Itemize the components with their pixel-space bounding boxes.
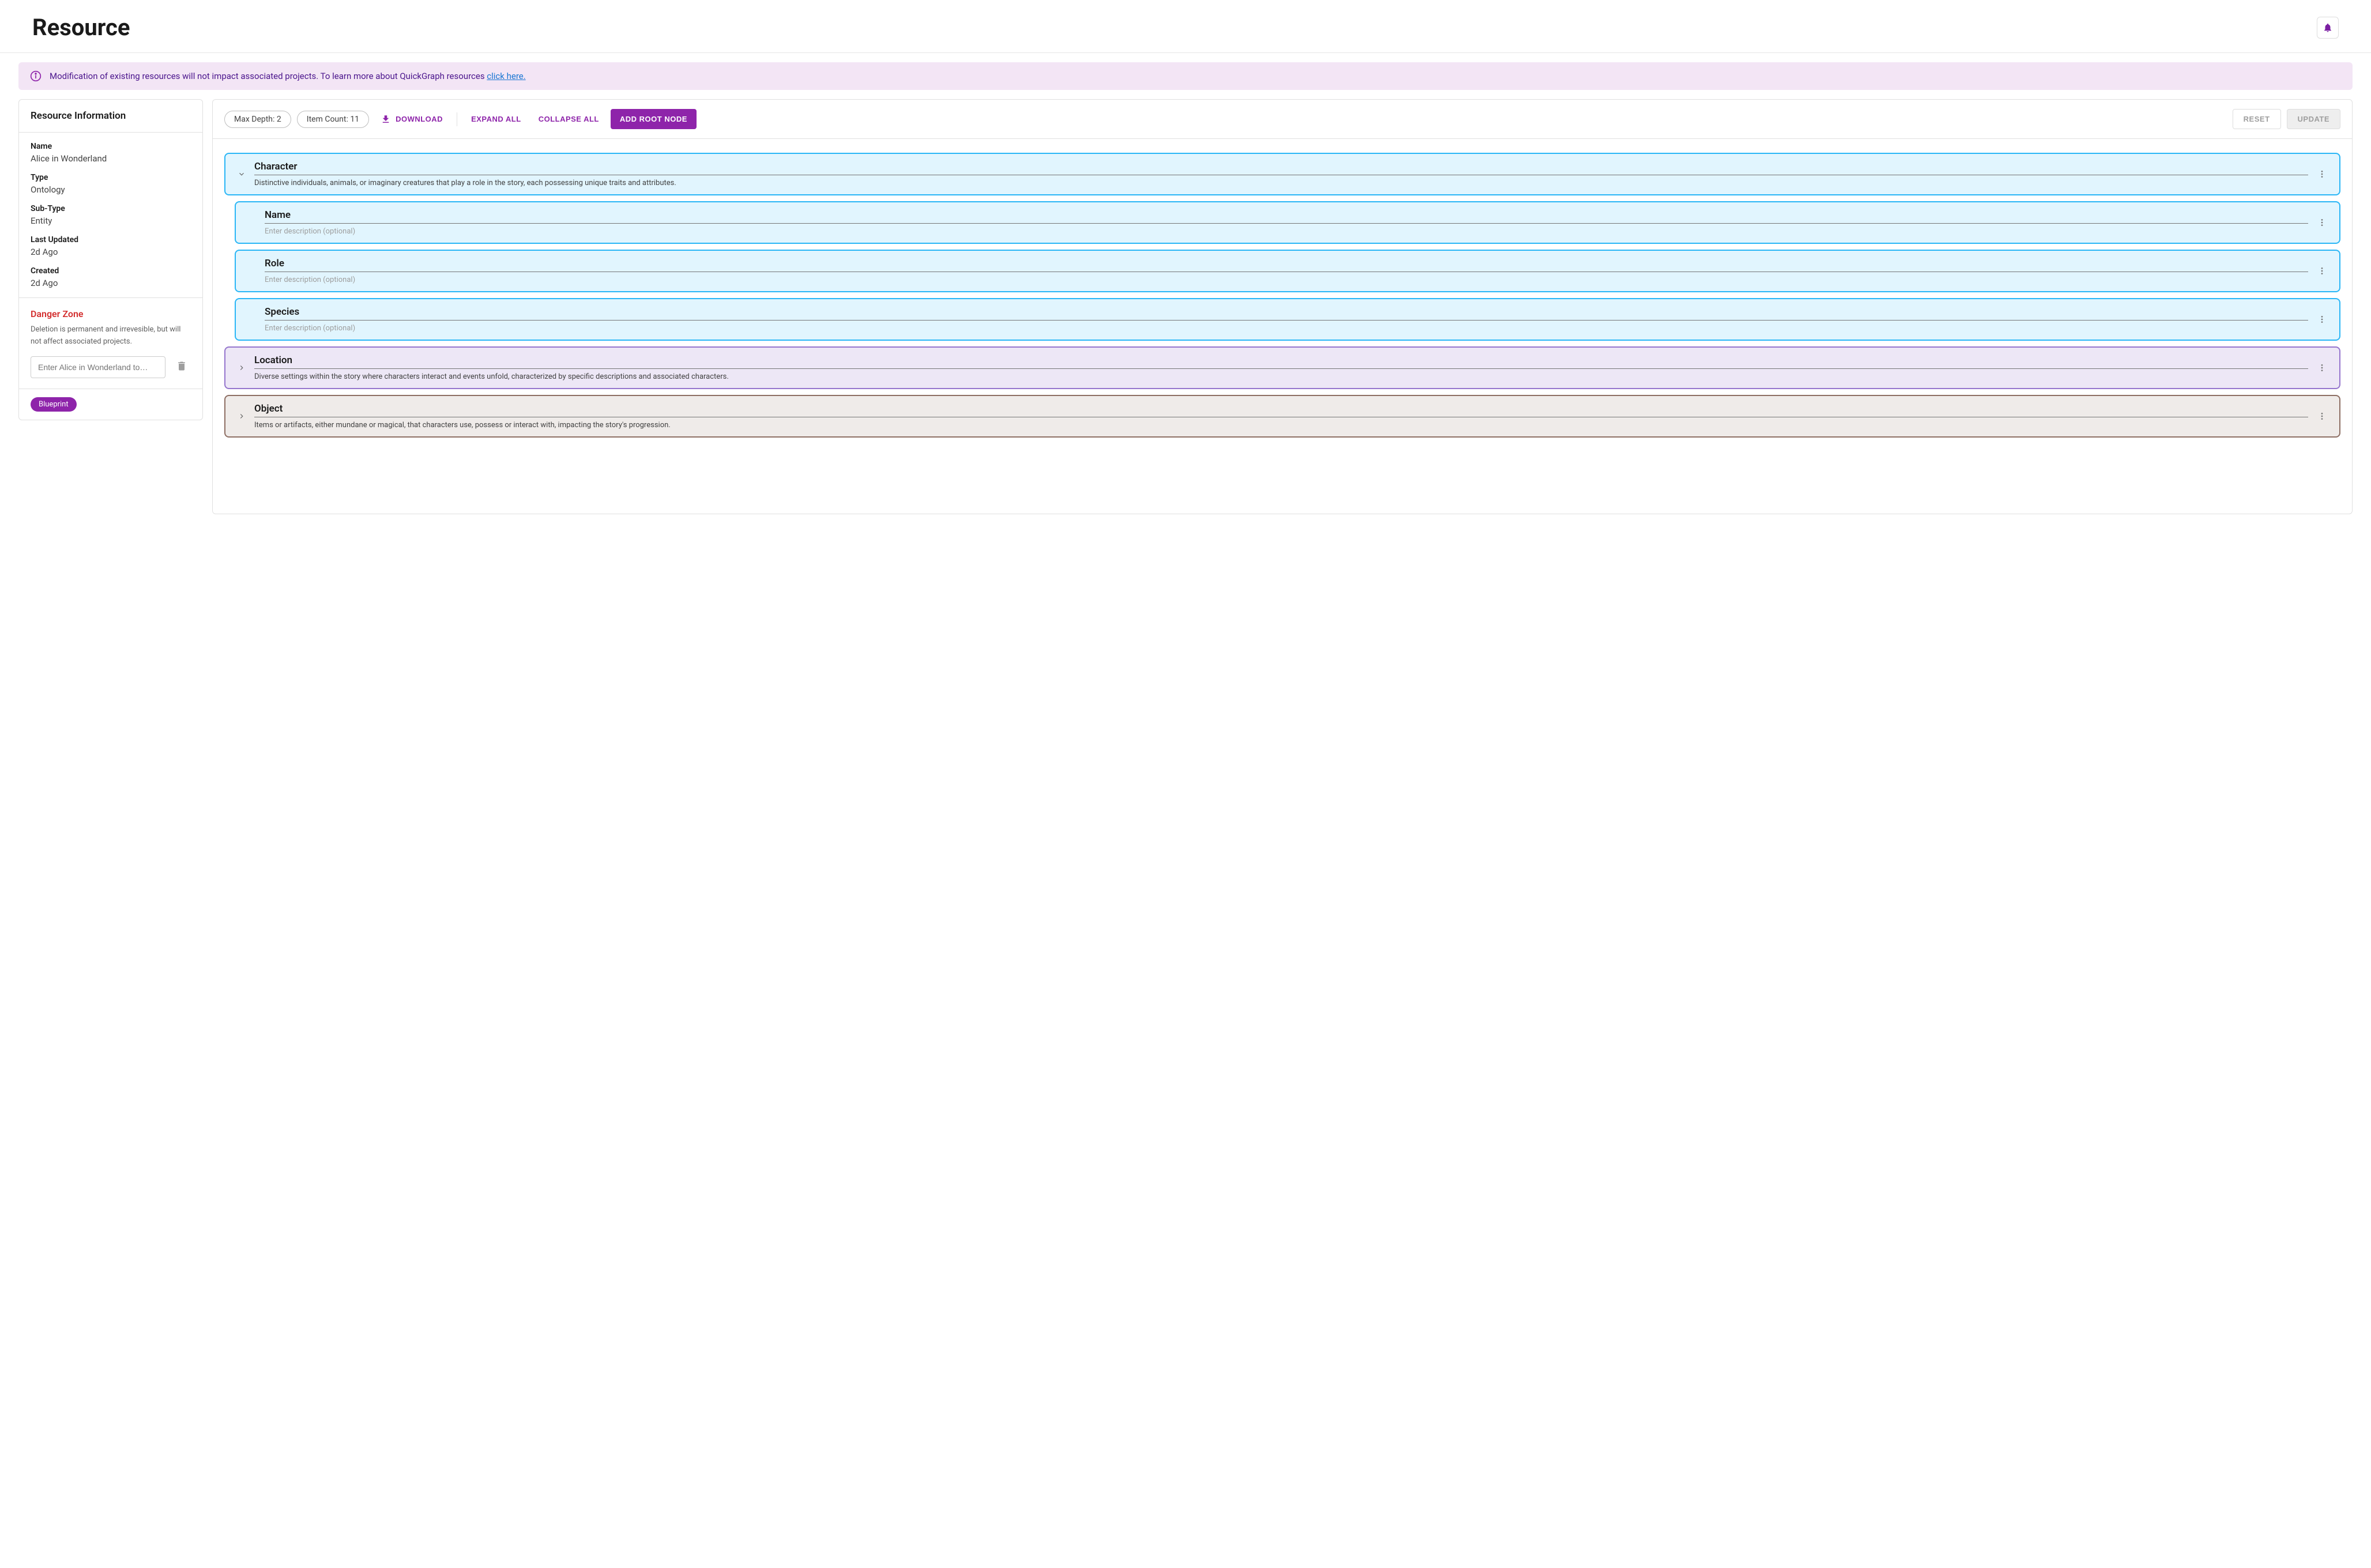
- tree-node: Name Enter description (optional): [235, 201, 2340, 244]
- kebab-menu-icon[interactable]: [2314, 412, 2330, 421]
- info-icon: [30, 70, 42, 82]
- tree-node: Character Distinctive individuals, animal…: [224, 153, 2340, 195]
- node-title[interactable]: Species: [265, 306, 2308, 321]
- item-count-pill: Item Count: 11: [297, 111, 369, 128]
- add-root-node-button[interactable]: ADD ROOT NODE: [611, 109, 697, 129]
- reset-button[interactable]: RESET: [2233, 109, 2281, 129]
- info-banner: Modification of existing resources will …: [18, 62, 2353, 90]
- tree-node: Species Enter description (optional): [235, 298, 2340, 341]
- kebab-menu-icon[interactable]: [2314, 315, 2330, 324]
- bell-icon: [2323, 22, 2333, 33]
- info-value-updated: 2d Ago: [31, 247, 191, 257]
- kebab-menu-icon[interactable]: [2314, 218, 2330, 227]
- delete-button[interactable]: [172, 357, 191, 377]
- kebab-menu-icon[interactable]: [2314, 363, 2330, 372]
- kebab-menu-icon[interactable]: [2314, 266, 2330, 276]
- chevron-right-icon[interactable]: [235, 364, 249, 372]
- danger-zone-title: Danger Zone: [31, 308, 191, 319]
- node-description[interactable]: Enter description (optional): [265, 324, 2308, 333]
- chevron-right-icon[interactable]: [235, 412, 249, 420]
- kebab-menu-icon[interactable]: [2314, 169, 2330, 179]
- banner-text: Modification of existing resources will …: [50, 71, 487, 81]
- page-title: Resource: [32, 14, 130, 41]
- node-body: Role Enter description (optional): [259, 258, 2314, 284]
- node-body: Species Enter description (optional): [259, 306, 2314, 333]
- tree-node: Location Diverse settings within the stor…: [224, 346, 2340, 389]
- node-body: Location Diverse settings within the stor…: [249, 355, 2314, 381]
- tree-node: Object Items or artifacts, either mundane…: [224, 395, 2340, 438]
- tree-node: Role Enter description (optional): [235, 250, 2340, 292]
- info-label-updated: Last Updated: [31, 235, 191, 244]
- node-title[interactable]: Object: [254, 403, 2308, 417]
- sidebar-heading: Resource Information: [19, 100, 202, 133]
- collapse-all-button[interactable]: COLLAPSE ALL: [533, 110, 605, 128]
- danger-zone-desc: Deletion is permanent and irrevesible, b…: [31, 324, 191, 348]
- resource-info-card: Resource Information Name Alice in Wonde…: [18, 99, 203, 420]
- notifications-button[interactable]: [2317, 17, 2339, 39]
- node-body: Object Items or artifacts, either mundane…: [249, 403, 2314, 429]
- node-description[interactable]: Distinctive individuals, animals, or ima…: [254, 179, 2308, 187]
- node-description[interactable]: Enter description (optional): [265, 227, 2308, 236]
- chevron-down-icon[interactable]: [235, 170, 249, 178]
- info-value-subtype: Entity: [31, 216, 191, 226]
- node-title[interactable]: Character: [254, 161, 2308, 175]
- delete-confirm-input[interactable]: [31, 356, 165, 378]
- node-title[interactable]: Location: [254, 355, 2308, 369]
- update-button[interactable]: UPDATE: [2287, 109, 2340, 129]
- expand-all-button[interactable]: EXPAND ALL: [465, 110, 527, 128]
- info-label-subtype: Sub-Type: [31, 204, 191, 213]
- info-label-created: Created: [31, 266, 191, 276]
- banner-link[interactable]: click here.: [487, 71, 525, 81]
- node-body: Character Distinctive individuals, animal…: [249, 161, 2314, 187]
- download-icon: [381, 114, 391, 125]
- node-description[interactable]: Enter description (optional): [265, 276, 2308, 284]
- blueprint-chip[interactable]: Blueprint: [31, 397, 77, 412]
- info-value-name: Alice in Wonderland: [31, 153, 191, 164]
- trash-icon: [176, 360, 187, 372]
- node-title[interactable]: Role: [265, 258, 2308, 272]
- node-description[interactable]: Items or artifacts, either mundane or ma…: [254, 421, 2308, 429]
- info-label-type: Type: [31, 173, 191, 182]
- node-description[interactable]: Diverse settings within the story where …: [254, 372, 2308, 381]
- max-depth-pill: Max Depth: 2: [224, 111, 291, 128]
- node-body: Name Enter description (optional): [259, 209, 2314, 236]
- value-type: Ontology: [31, 184, 191, 195]
- node-title[interactable]: Name: [265, 209, 2308, 224]
- download-button[interactable]: DOWNLOAD: [375, 110, 449, 129]
- info-value-created: 2d Ago: [31, 278, 191, 288]
- main-panel: Max Depth: 2 Item Count: 11 DOWNLOAD EXP…: [212, 99, 2353, 514]
- info-label-name: Name: [31, 142, 191, 151]
